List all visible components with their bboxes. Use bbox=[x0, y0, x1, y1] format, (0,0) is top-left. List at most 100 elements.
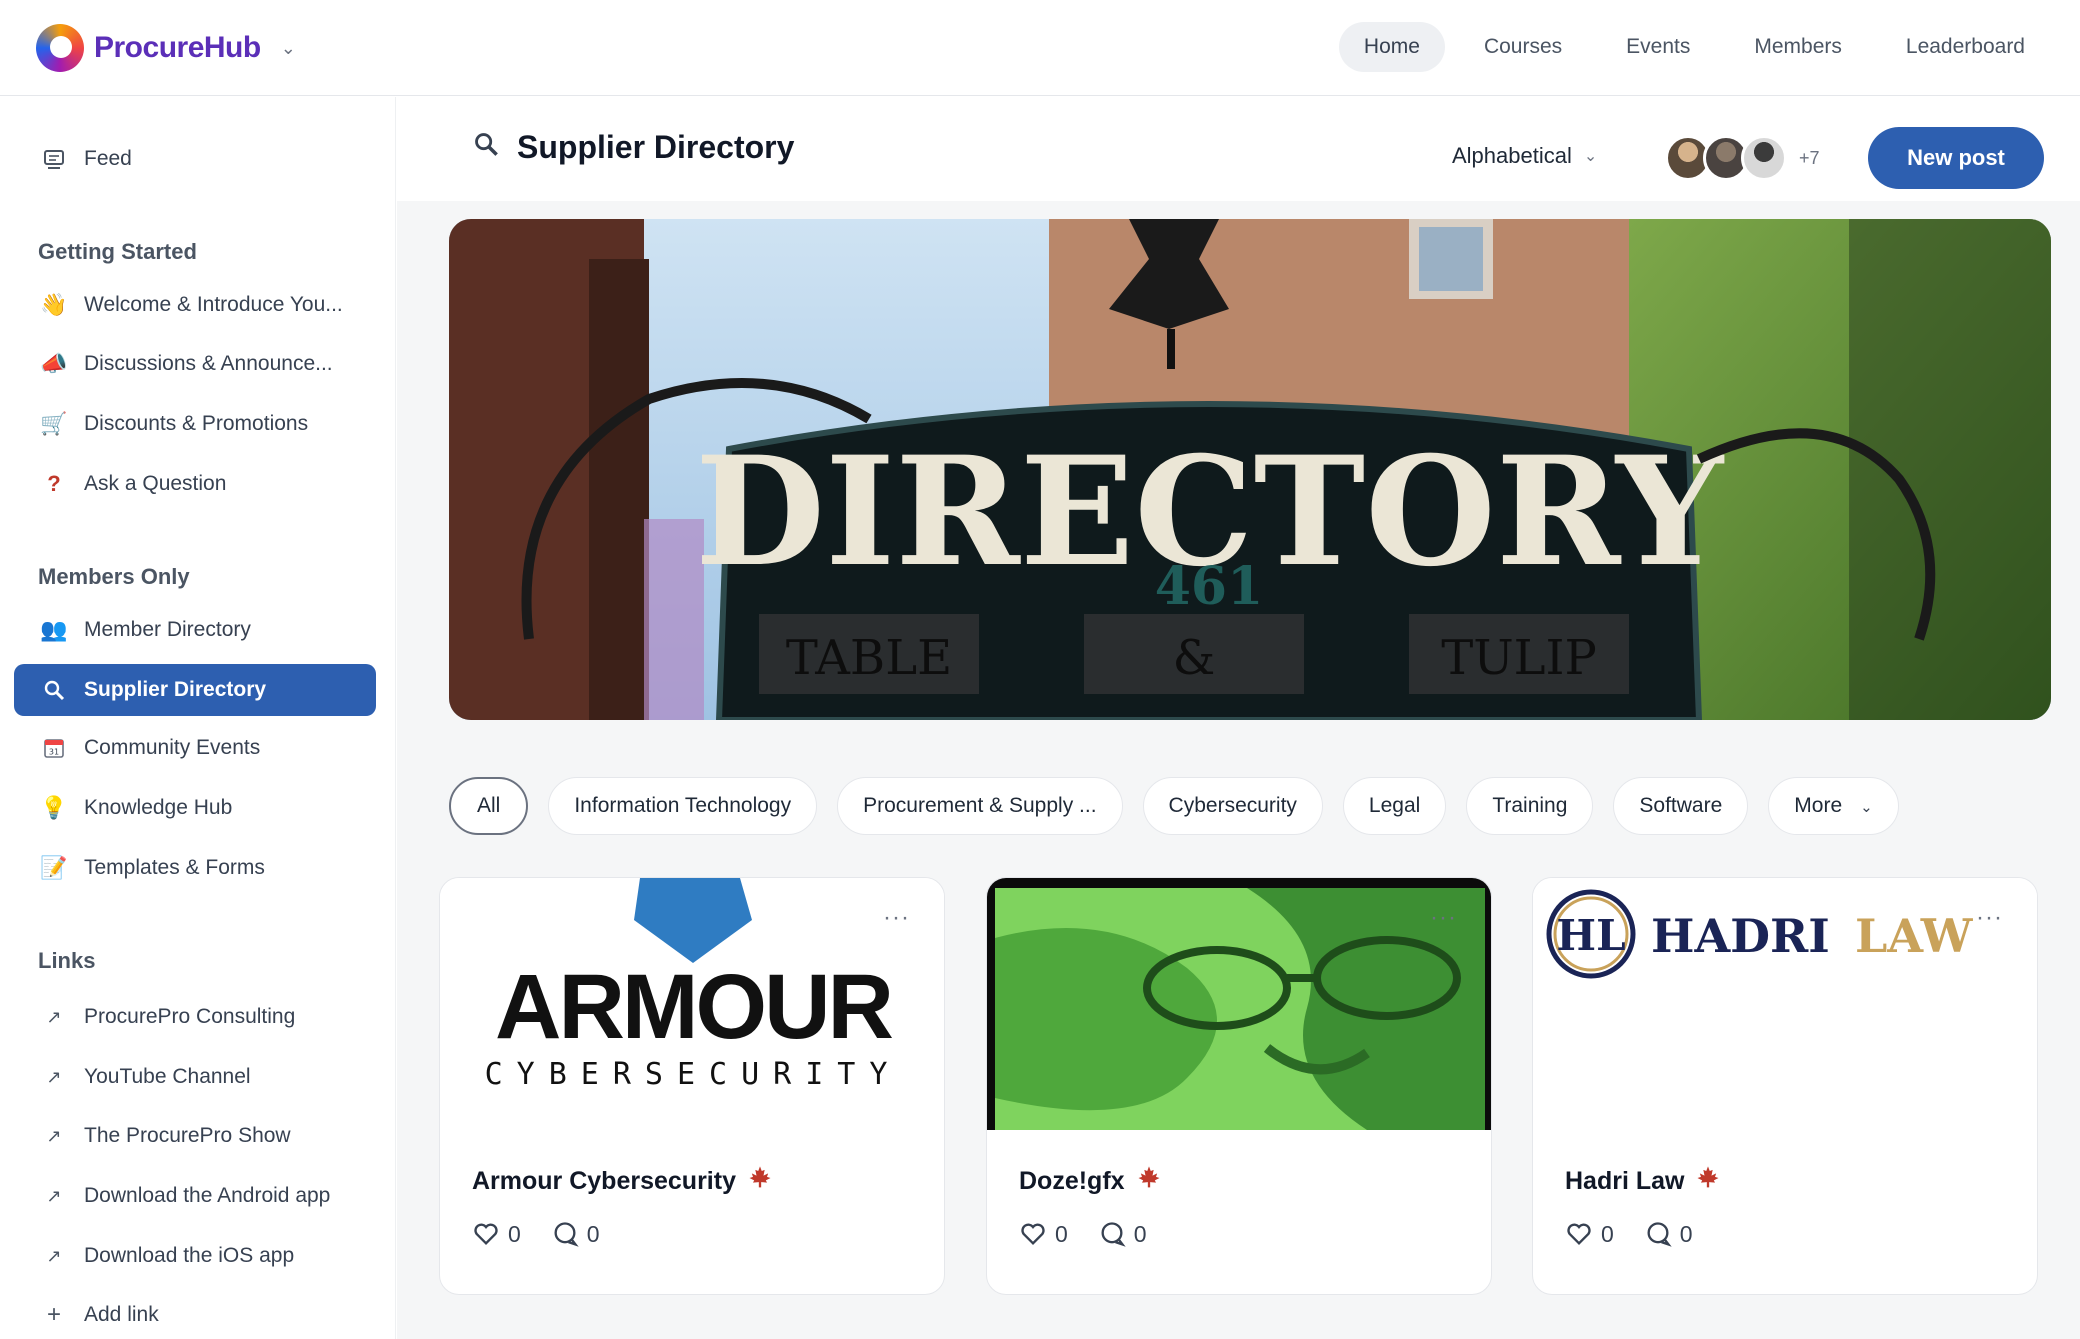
comment-button[interactable]: 0 bbox=[1644, 1220, 1693, 1248]
sidebar-item-member-directory[interactable]: 👥 Member Directory bbox=[14, 604, 376, 656]
cover-image: DIRECTORY 461 TABLE & TULIP bbox=[449, 219, 2051, 720]
more-options-icon[interactable]: ··· bbox=[883, 904, 910, 932]
sidebar-item-label: Community Events bbox=[84, 736, 261, 759]
armour-sub: CYBERSECURITY bbox=[485, 1057, 902, 1092]
sidebar-item-label: Add link bbox=[84, 1303, 159, 1326]
filter-software[interactable]: Software bbox=[1613, 777, 1749, 835]
sidebar-item-label: Discussions & Announce... bbox=[84, 352, 333, 375]
memo-icon: 📝 bbox=[40, 855, 68, 880]
nav-courses[interactable]: Courses bbox=[1459, 22, 1587, 72]
more-options-icon[interactable]: ··· bbox=[1976, 904, 2003, 932]
chevron-down-icon: ⌄ bbox=[1583, 148, 1598, 165]
hadri-word: HADRI bbox=[1651, 909, 1830, 963]
external-link-icon: ↗ bbox=[46, 1066, 62, 1087]
brand-name: ProcureHub bbox=[94, 31, 261, 64]
like-count: 0 bbox=[508, 1220, 521, 1247]
comment-button[interactable]: 0 bbox=[1098, 1220, 1147, 1248]
lightbulb-icon: 💡 bbox=[40, 795, 68, 820]
supplier-card-dozegfx[interactable]: ··· Doze!gfx 0 0 bbox=[986, 877, 1492, 1295]
sidebar-item-label: ProcurePro Consulting bbox=[84, 1005, 296, 1028]
sidebar-item-label: Member Directory bbox=[84, 618, 251, 641]
sidebar-item-label: Download the iOS app bbox=[84, 1244, 295, 1267]
sidebar-link-procurepro-consulting[interactable]: ↗ ProcurePro Consulting bbox=[14, 991, 376, 1043]
sidebar-item-label: Discounts & Promotions bbox=[84, 412, 309, 435]
like-button[interactable]: 0 bbox=[1565, 1220, 1614, 1248]
law-word: LAW bbox=[1855, 909, 1974, 963]
card-title[interactable]: Armour Cybersecurity bbox=[472, 1164, 774, 1199]
sidebar-item-label: Templates & Forms bbox=[84, 856, 265, 879]
nav-events[interactable]: Events bbox=[1601, 22, 1715, 72]
hadri-monogram: HL bbox=[1556, 911, 1625, 960]
sidebar-add-link[interactable]: + Add link bbox=[14, 1289, 376, 1339]
like-button[interactable]: 0 bbox=[472, 1220, 521, 1248]
member-avatars[interactable]: +7 bbox=[1665, 135, 1820, 181]
comment-count: 0 bbox=[1679, 1220, 1693, 1247]
svg-text:31: 31 bbox=[49, 748, 59, 757]
nav-home[interactable]: Home bbox=[1338, 22, 1445, 72]
filter-legal[interactable]: Legal bbox=[1342, 777, 1447, 835]
filter-procurement-supply[interactable]: Procurement & Supply ... bbox=[837, 777, 1123, 835]
card-title-text: Doze!gfx bbox=[1019, 1167, 1125, 1195]
filter-cybersecurity[interactable]: Cybersecurity bbox=[1142, 777, 1323, 835]
sidebar-item-label: YouTube Channel bbox=[84, 1065, 251, 1088]
dozegfx-artwork bbox=[995, 888, 1485, 1130]
card-stats: 0 0 bbox=[1019, 1220, 1177, 1248]
sidebar-link-android-app[interactable]: ↗ Download the Android app bbox=[14, 1170, 376, 1222]
sidebar-item-label: Download the Android app bbox=[84, 1184, 331, 1207]
like-count: 0 bbox=[1601, 1220, 1614, 1247]
sidebar-item-knowledge-hub[interactable]: 💡 Knowledge Hub bbox=[14, 782, 376, 834]
sidebar-link-procurepro-show[interactable]: ↗ The ProcurePro Show bbox=[14, 1110, 376, 1162]
filter-information-technology[interactable]: Information Technology bbox=[548, 777, 818, 835]
calendar-icon: 31 bbox=[40, 734, 68, 762]
page-title-text: Supplier Directory bbox=[517, 129, 795, 165]
feed-icon bbox=[40, 145, 68, 173]
nav-members[interactable]: Members bbox=[1729, 22, 1867, 72]
card-title-text: Hadri Law bbox=[1565, 1167, 1685, 1195]
card-thumbnail: ARMOUR CYBERSECURITY bbox=[440, 878, 944, 1130]
sidebar-link-ios-app[interactable]: ↗ Download the iOS app bbox=[14, 1230, 376, 1282]
plus-icon: + bbox=[46, 1301, 61, 1328]
sidebar-item-discussions[interactable]: 📣 Discussions & Announce... bbox=[14, 338, 376, 390]
sort-dropdown[interactable]: Alphabetical ⌄ bbox=[1452, 143, 1597, 169]
card-title[interactable]: Hadri Law bbox=[1565, 1164, 1722, 1199]
top-nav: Home Courses Events Members Leaderboard bbox=[1338, 22, 2050, 72]
chevron-down-icon: ⌄ bbox=[1860, 799, 1873, 816]
nav-leaderboard[interactable]: Leaderboard bbox=[1881, 22, 2050, 72]
more-options-icon[interactable]: ··· bbox=[1430, 904, 1457, 932]
card-title[interactable]: Doze!gfx bbox=[1019, 1164, 1163, 1199]
heart-icon bbox=[1021, 1223, 1045, 1245]
sidebar-link-youtube-channel[interactable]: ↗ YouTube Channel bbox=[14, 1051, 376, 1103]
plaque-2: & bbox=[1173, 630, 1216, 686]
like-count: 0 bbox=[1055, 1220, 1068, 1247]
chevron-down-icon[interactable]: ⌄ bbox=[281, 38, 296, 59]
hadri-law-logo: HL HADRI LAW bbox=[1546, 889, 1974, 979]
sidebar-item-ask-question[interactable]: ? Ask a Question bbox=[14, 458, 376, 510]
card-stats: 0 0 bbox=[472, 1220, 630, 1248]
supplier-card-armour[interactable]: ARMOUR CYBERSECURITY ··· Armour Cybersec… bbox=[439, 877, 945, 1295]
filter-more[interactable]: More ⌄ bbox=[1768, 777, 1899, 835]
like-button[interactable]: 0 bbox=[1019, 1220, 1068, 1248]
sidebar-item-templates-forms[interactable]: 📝 Templates & Forms bbox=[14, 842, 376, 894]
sidebar-item-feed[interactable]: Feed bbox=[14, 133, 376, 185]
sidebar-item-welcome[interactable]: 👋 Welcome & Introduce You... bbox=[14, 279, 376, 331]
sidebar-item-discounts[interactable]: 🛒 Discounts & Promotions bbox=[14, 398, 376, 450]
main-content: Supplier Directory Alphabetical ⌄ +7 New… bbox=[397, 97, 2080, 1339]
filter-training[interactable]: Training bbox=[1466, 777, 1594, 835]
people-icon: 👥 bbox=[40, 617, 68, 642]
comment-icon bbox=[1101, 1222, 1126, 1247]
heart-icon bbox=[1567, 1223, 1591, 1245]
sidebar-heading-getting-started: Getting Started bbox=[38, 239, 197, 264]
sidebar-heading-members-only: Members Only bbox=[38, 564, 190, 589]
comment-icon bbox=[1647, 1222, 1672, 1247]
filter-all[interactable]: All bbox=[449, 777, 529, 835]
armour-word: ARMOUR bbox=[495, 956, 893, 1058]
supplier-card-hadri-law[interactable]: HL HADRI LAW ··· Hadri Law 0 0 bbox=[1532, 877, 2038, 1295]
brand[interactable]: ProcureHub ⌄ bbox=[36, 24, 296, 72]
category-filters: All Information Technology Procurement &… bbox=[449, 777, 1899, 835]
new-post-button[interactable]: New post bbox=[1868, 127, 2044, 189]
comment-button[interactable]: 0 bbox=[551, 1220, 600, 1248]
sidebar-item-community-events[interactable]: 31 Community Events bbox=[14, 722, 376, 774]
avatars-more-count: +7 bbox=[1799, 147, 1820, 168]
avatar bbox=[1741, 135, 1787, 181]
sidebar-item-supplier-directory[interactable]: Supplier Directory bbox=[14, 664, 376, 716]
